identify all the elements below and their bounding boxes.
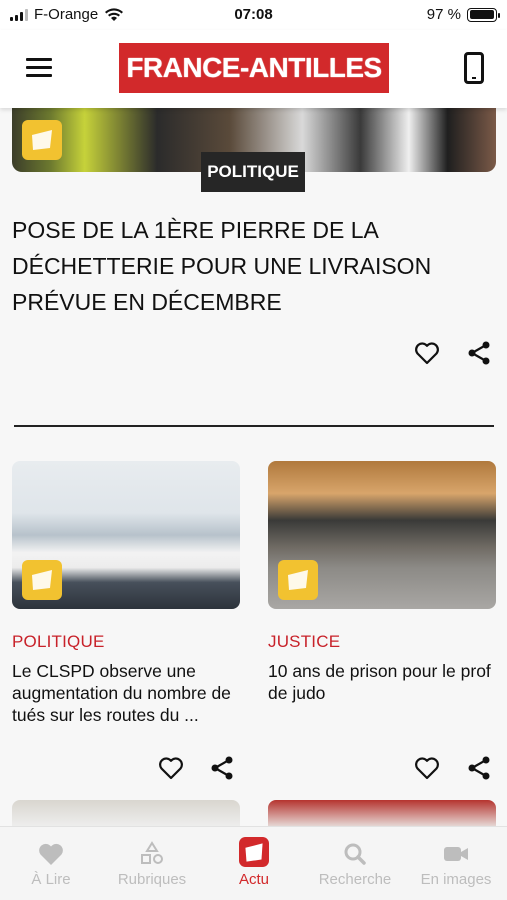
france-antilles-logo[interactable]: FRANCE-ANTILLES <box>119 43 389 93</box>
nav-item-actu[interactable]: Actu <box>204 827 304 900</box>
article-badge-icon <box>22 560 62 600</box>
smartphone-icon[interactable] <box>464 52 484 84</box>
shapes-icon <box>141 841 163 864</box>
card-title[interactable]: Le CLSPD observe une augmentation du nom… <box>12 660 242 726</box>
heart-icon[interactable] <box>413 754 441 782</box>
hero-article-title[interactable]: POSE DE LA 1ÈRE PIERRE DE LA DÉCHETTERIE… <box>12 212 482 320</box>
article-badge-icon <box>278 560 318 600</box>
hamburger-menu-icon[interactable] <box>26 58 52 78</box>
share-icon[interactable] <box>208 754 236 782</box>
card-title[interactable]: 10 ans de prison pour le prof de judo <box>268 660 498 704</box>
heart-icon[interactable] <box>413 339 441 367</box>
heart-icon[interactable] <box>157 754 185 782</box>
app-header: FRANCE-ANTILLES <box>0 30 507 108</box>
hero-category-tag[interactable]: POLITIQUE <box>201 152 305 192</box>
nav-label: Actu <box>238 871 269 888</box>
status-right: 97 % <box>426 6 500 23</box>
card-category[interactable]: JUSTICE <box>268 632 340 652</box>
nav-item-rubriques[interactable]: Rubriques <box>102 827 202 900</box>
nav-item-en-images[interactable]: En images <box>406 827 506 900</box>
search-icon <box>344 843 366 865</box>
share-icon[interactable] <box>465 339 493 367</box>
share-icon[interactable] <box>465 754 493 782</box>
nav-item-recherche[interactable]: Recherche <box>305 827 405 900</box>
video-camera-icon <box>444 847 468 861</box>
nav-label: En images <box>420 871 492 888</box>
next-card-image[interactable] <box>268 800 496 828</box>
bottom-navigation: À Lire Rubriques Actu Recherche En image… <box>0 826 507 900</box>
status-bar: F-Orange 07:08 97 % <box>0 0 507 30</box>
heart-icon <box>39 843 63 865</box>
next-card-image[interactable] <box>12 800 240 828</box>
section-divider <box>14 425 494 427</box>
card-category[interactable]: POLITIQUE <box>12 632 105 652</box>
actu-logo-icon <box>239 837 269 867</box>
battery-percent: 97 % <box>426 6 461 23</box>
battery-icon <box>467 7 500 22</box>
nav-label: Rubriques <box>117 871 187 888</box>
nav-item-a-lire[interactable]: À Lire <box>1 827 101 900</box>
article-badge-icon <box>22 120 62 160</box>
nav-label: À Lire <box>31 871 71 888</box>
nav-label: Recherche <box>318 871 392 888</box>
